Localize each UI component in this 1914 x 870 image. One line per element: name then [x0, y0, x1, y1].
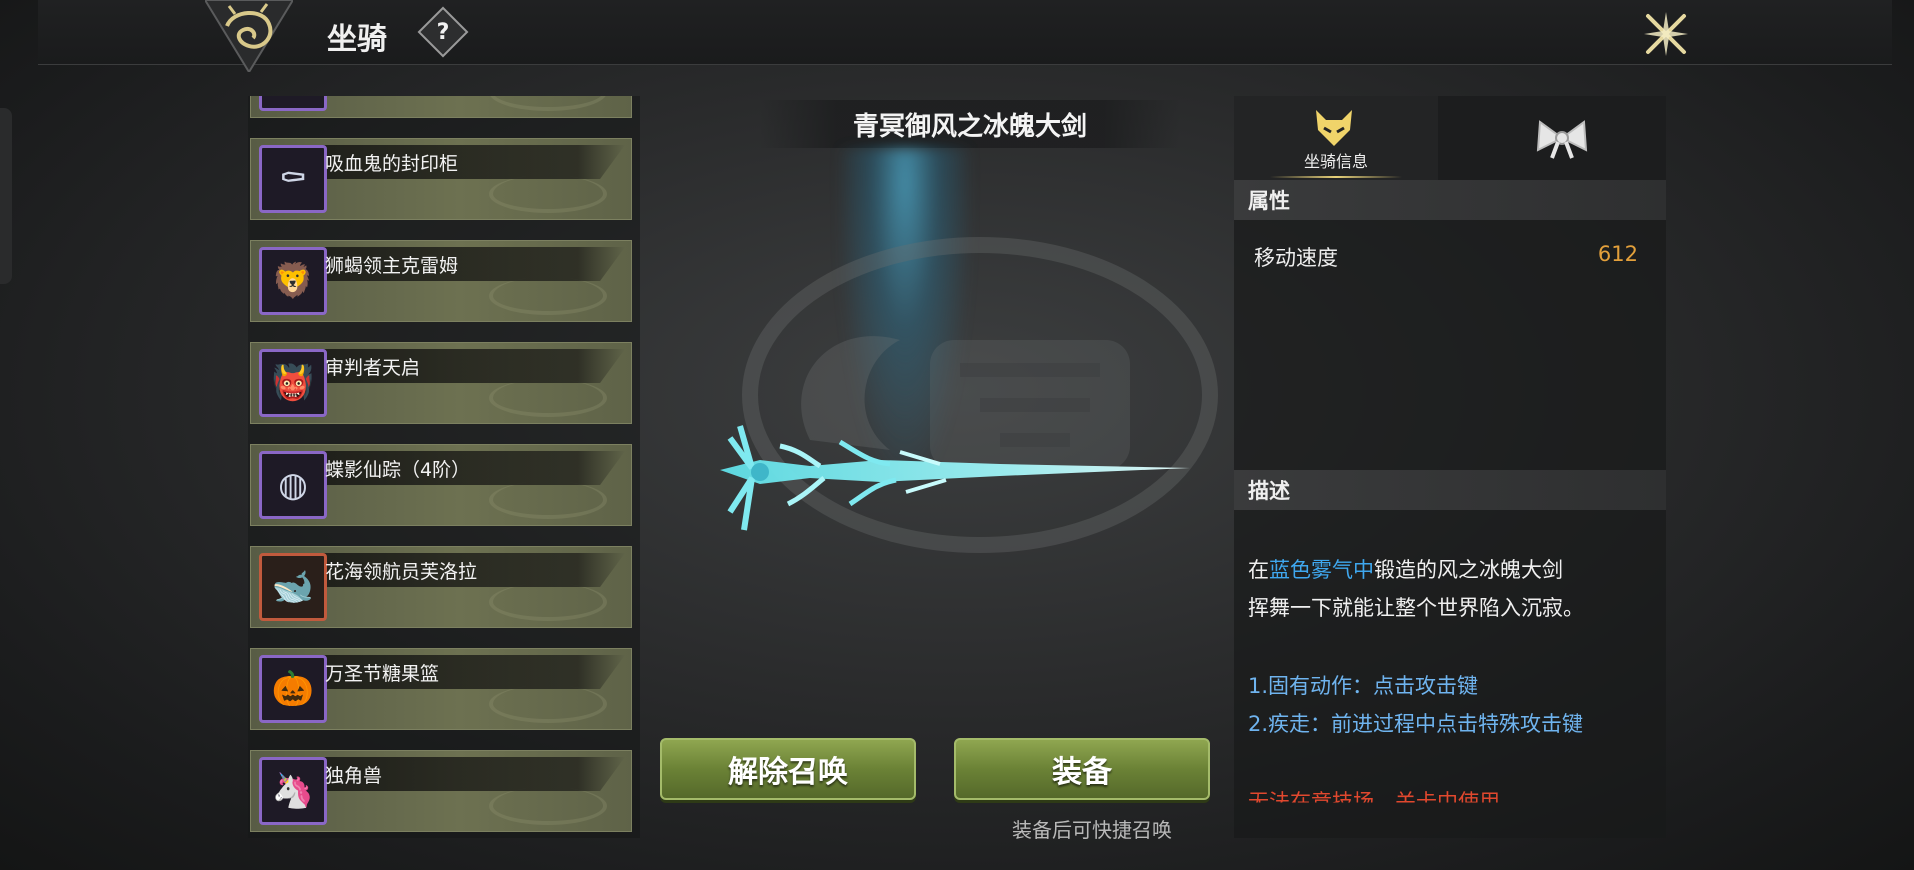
action-2: 2.疾走：前进过程中点击特殊攻击键 — [1248, 712, 1584, 736]
mount-list-item[interactable]: 🎃 万圣节糖果篮 — [250, 648, 632, 730]
side-handle[interactable] — [0, 108, 12, 284]
close-icon[interactable] — [1640, 8, 1692, 60]
unicorn-icon: 🦄 — [259, 757, 327, 825]
whale-icon: 🐋 — [259, 553, 327, 621]
pumpkin-icon: 🎃 — [259, 655, 327, 723]
description-line-2: 挥舞一下就能让整个世界陷入沉寂。 — [1248, 596, 1584, 620]
item-watermark — [489, 96, 607, 111]
mount-name: 青冥御风之冰魄大剑 — [760, 100, 1180, 148]
mount-name-label: 狮蝎领主克雷姆 — [325, 255, 459, 277]
help-icon: ? — [436, 19, 450, 45]
tab-mount-info-label: 坐骑信息 — [1303, 152, 1368, 171]
tab-active-indicator — [1270, 176, 1402, 178]
attribute-name: 移动速度 — [1254, 246, 1338, 270]
mount-list-item[interactable]: 🐺吸影狼 — [250, 96, 632, 118]
top-bar — [38, 0, 1892, 65]
description-header: 描述 — [1234, 470, 1666, 510]
tab-mount-info[interactable]: 坐骑信息 — [1234, 96, 1438, 180]
description-text: 在 — [1248, 558, 1269, 582]
item-watermark — [489, 277, 607, 315]
mount-list-item[interactable]: ◍ 蝶影仙踪（4阶） — [250, 444, 632, 526]
wolf-icon: 🐺 — [259, 96, 327, 111]
page-title: 坐骑 — [327, 22, 387, 57]
coffin-icon: ⚰ — [259, 145, 327, 213]
description-text: 锻造的风之冰魄大剑 — [1374, 558, 1563, 582]
bow-icon[interactable] — [1534, 116, 1590, 160]
mount-list-item[interactable]: ⚰ 吸血鬼的封印柜 — [250, 138, 632, 220]
item-watermark — [489, 685, 607, 723]
attributes-header: 属性 — [1234, 180, 1666, 220]
item-watermark — [489, 481, 607, 519]
ice-sword-model — [720, 425, 1190, 531]
mount-list-item[interactable]: 👹 审判者天启 — [250, 342, 632, 424]
equip-button[interactable]: 装备 — [954, 738, 1210, 800]
mount-name-label: 万圣节糖果篮 — [325, 663, 440, 685]
attribute-value: 612 — [1597, 242, 1638, 266]
usage-warning: 无法在竞技场、关卡中使用 — [1248, 790, 1500, 814]
action-1: 1.固有动作：点击攻击键 — [1248, 674, 1479, 698]
mount-list-item[interactable]: 🦁 狮蝎领主克雷姆 — [250, 240, 632, 322]
manticore-icon: 🦁 — [259, 247, 327, 315]
item-watermark — [489, 583, 607, 621]
item-watermark — [489, 175, 607, 213]
item-watermark — [489, 787, 607, 825]
info-tabs: 坐骑信息 — [1234, 96, 1666, 180]
mount-list-item[interactable]: 🐋 花海领航员芙洛拉 — [250, 546, 632, 628]
mount-name-label: 蝶影仙踪（4阶） — [325, 459, 471, 481]
unsummon-button[interactable]: 解除召唤 — [660, 738, 916, 800]
description-line-1: 在蓝色雾气中锻造的风之冰魄大剑 — [1248, 554, 1563, 584]
mount-list[interactable]: 🐺吸影狼 ⚰吸血鬼的封印柜 🦁狮蝎领主克雷姆 👹审判者天启 ◍蝶影仙踪（4阶） 🐋花海领航… — [248, 96, 640, 838]
info-panel: 坐骑信息 属性 移动速度 612 描述 在蓝色雾气中锻造的风之冰魄大剑 挥舞一下… — [1234, 96, 1666, 838]
equip-hint: 装备后可快捷召唤 — [1012, 818, 1172, 842]
mount-name-label: 审判者天启 — [325, 357, 421, 379]
mount-name-label: 花海领航员芙洛拉 — [325, 561, 478, 583]
mount-list-item[interactable]: 🦄 独角兽 — [250, 750, 632, 832]
item-watermark — [489, 379, 607, 417]
mount-name-label: 独角兽 — [325, 765, 383, 787]
dragon-emblem-icon — [205, 0, 293, 72]
orb-icon: ◍ — [259, 451, 327, 519]
beast-icon: 👹 — [259, 349, 327, 417]
fox-mask-icon — [1316, 110, 1352, 146]
description-highlight: 蓝色雾气中 — [1269, 558, 1374, 582]
mount-name-label: 吸血鬼的封印柜 — [325, 153, 459, 175]
